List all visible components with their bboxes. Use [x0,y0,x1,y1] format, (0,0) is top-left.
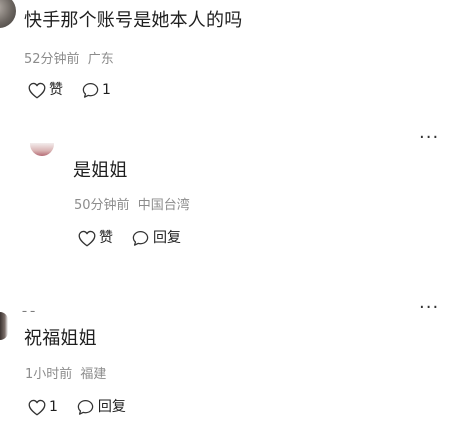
avatar[interactable] [30,143,54,156]
avatar[interactable] [0,312,8,340]
comment-actions: 赞 回复 [77,229,181,247]
reply-button[interactable]: 回复 [76,398,126,416]
comment-location: 广东 [87,52,114,67]
avatar[interactable] [0,0,16,28]
comment-meta: 52分钟前 广东 [24,51,114,69]
comment-time: 50分钟前 [74,198,130,213]
reply-label: 回复 [153,230,181,246]
comment-actions: 1 回复 [27,398,126,416]
reply-count: 1 [102,82,111,98]
username[interactable]: – – [22,307,35,317]
reply-label: 回复 [97,399,126,415]
comment-meta: 50分钟前 中国台湾 [74,197,190,215]
like-button[interactable]: 赞 [77,229,113,247]
comment-meta: 1小时前 福建 [25,366,106,384]
heart-icon [28,82,46,99]
like-button[interactable]: 1 [27,398,58,416]
like-count: 1 [49,399,58,415]
comment-text: 是姐姐 [73,160,128,181]
like-label: 赞 [99,230,113,246]
more-options-icon[interactable]: ··· [419,129,439,147]
like-button[interactable]: 赞 [27,81,63,99]
heart-icon [28,399,46,416]
reply-button[interactable]: 1 [81,81,111,99]
comment-bubble-icon [132,231,149,246]
like-label: 赞 [49,82,63,98]
comment-bubble-icon [82,83,99,98]
comment-time: 1小时前 [25,367,73,382]
more-options-icon[interactable]: ··· [419,299,439,317]
comment-text: 祝福姐姐 [24,328,97,349]
comment-time: 52分钟前 [24,52,80,67]
comment-text: 快手那个账号是她本人的吗 [24,10,243,31]
comment-actions: 赞 1 [27,81,111,99]
comment-location: 福建 [80,367,107,382]
comment-bubble-icon [77,400,94,415]
heart-icon [78,230,96,247]
reply-button[interactable]: 回复 [131,229,181,247]
comment-location: 中国台湾 [137,198,190,213]
